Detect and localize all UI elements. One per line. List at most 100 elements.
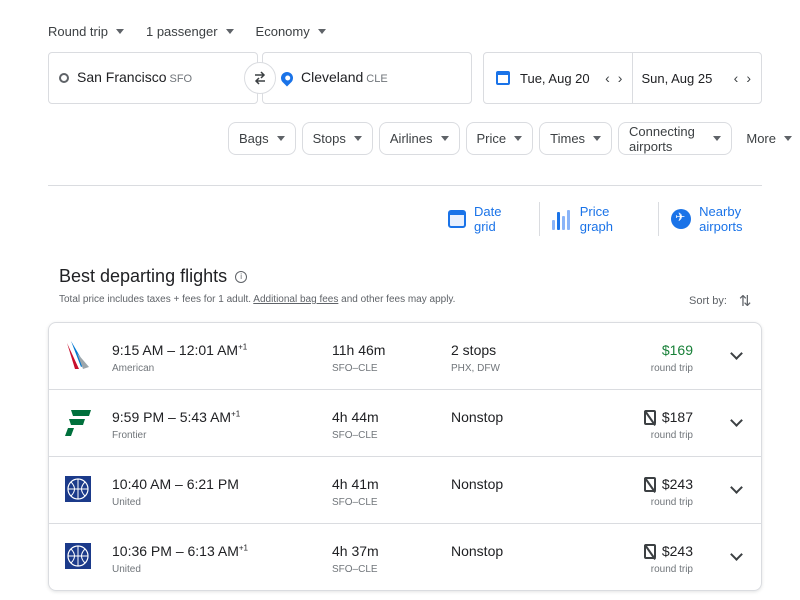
flight-stops: Nonstop [451, 476, 504, 492]
date-grid-icon [448, 210, 466, 228]
time-range: 10:36 PM – 6:13 AM [112, 543, 239, 559]
flight-duration: 4h 44m [332, 409, 379, 425]
flight-row[interactable]: 10:40 AM – 6:21 PM United 4h 41m SFO–CLE… [49, 457, 761, 524]
caret-down-icon [440, 136, 449, 141]
filter-bags[interactable]: Bags [228, 122, 296, 155]
chevron-right-icon[interactable]: › [746, 70, 751, 86]
caret-down-icon [115, 28, 124, 34]
sort-control[interactable]: Sort by: ⇅ [689, 292, 751, 310]
airline-name: American [112, 363, 155, 374]
chevron-left-icon[interactable]: ‹ [734, 70, 739, 86]
info-icon[interactable]: i [235, 270, 248, 283]
flight-row[interactable]: 9:15 AM – 12:01 AM+1 American 11h 46m SF… [49, 323, 761, 390]
swap-button[interactable] [244, 62, 276, 94]
trip-type-label: Round trip [48, 23, 108, 39]
time-range: 9:59 PM – 5:43 AM [112, 409, 232, 425]
price-type: round trip [650, 363, 693, 374]
filter-times[interactable]: Times [539, 122, 613, 155]
filter-label: Price [476, 131, 507, 146]
chevron-down-icon[interactable] [730, 347, 743, 360]
airline-name: United [112, 497, 141, 508]
united-logo-icon [65, 543, 91, 569]
date-grid-label: Date grid [474, 204, 502, 234]
chevron-down-icon[interactable] [730, 548, 743, 561]
flight-route: SFO–CLE [332, 497, 378, 508]
plus-day: +1 [238, 543, 248, 553]
flight-duration: 11h 46m [332, 342, 386, 358]
destination-code: CLE [366, 73, 388, 85]
price-value: $243 [661, 543, 693, 559]
origin-circle-icon [59, 73, 69, 83]
flight-row[interactable]: 9:59 PM – 5:43 AM+1 Frontier 4h 44m SFO–… [49, 390, 761, 457]
filter-label: Bags [239, 131, 269, 146]
class-select[interactable]: Economy [256, 22, 326, 40]
plus-day: +1 [231, 409, 241, 419]
view-tools: Date grid Price graph Nearby airports [436, 202, 800, 236]
destination-city: Cleveland [301, 69, 364, 85]
no-carry-on-bag-icon [643, 543, 656, 559]
bag-fees-link[interactable]: Additional bag fees [253, 294, 338, 305]
more-filters-button[interactable]: More [738, 122, 800, 155]
calendar-icon [496, 71, 510, 85]
price-graph-button[interactable]: Price graph [540, 202, 658, 236]
flight-route: SFO–CLE [332, 363, 378, 374]
flight-stops: Nonstop [451, 409, 504, 425]
depart-date-field[interactable]: Tue, Aug 20 ‹ › [484, 53, 634, 103]
sort-label: Sort by: [689, 295, 727, 307]
filter-chips: Bags Stops Airlines Price Times Connecti… [228, 122, 800, 155]
depart-date: Tue, Aug 20 [520, 70, 590, 86]
section-divider [48, 185, 762, 186]
time-range: 10:40 AM – 6:21 PM [112, 476, 239, 492]
return-date-field[interactable]: Sun, Aug 25 ‹ › [633, 53, 761, 103]
flight-stops: 2 stops [451, 342, 497, 358]
flight-times: 9:59 PM – 5:43 AM+1 [112, 409, 240, 425]
flight-route: SFO–CLE [332, 430, 378, 441]
plus-day: +1 [238, 342, 248, 352]
chevron-down-icon[interactable] [730, 481, 743, 494]
more-label: More [746, 131, 776, 146]
return-date: Sun, Aug 25 [641, 70, 713, 86]
flight-price: $187 [643, 409, 693, 425]
flight-price: $243 [643, 543, 693, 559]
flight-price: $243 [643, 476, 693, 492]
no-carry-on-bag-icon [643, 409, 656, 425]
nearby-airports-button[interactable]: Nearby airports [659, 202, 800, 236]
caret-down-icon [317, 28, 326, 34]
caret-down-icon [276, 136, 285, 141]
caret-down-icon [593, 136, 602, 141]
filter-airlines[interactable]: Airlines [378, 122, 460, 155]
chevron-down-icon[interactable] [730, 414, 743, 427]
passengers-select[interactable]: 1 passenger [146, 22, 234, 40]
dates-field: Tue, Aug 20 ‹ › Sun, Aug 25 ‹ › [483, 52, 762, 104]
origin-code: SFO [169, 73, 193, 85]
filter-price[interactable]: Price [465, 122, 534, 155]
filter-stops[interactable]: Stops [301, 122, 373, 155]
origin-city: San Francisco [77, 69, 167, 85]
date-grid-button[interactable]: Date grid [436, 202, 539, 236]
chevron-left-icon[interactable]: ‹ [605, 70, 610, 86]
airline-name: United [112, 564, 141, 575]
flight-results-list: 9:15 AM – 12:01 AM+1 American 11h 46m SF… [48, 322, 762, 591]
filter-label: Airlines [389, 131, 433, 146]
flight-times: 10:36 PM – 6:13 AM+1 [112, 543, 248, 559]
chevron-right-icon[interactable]: › [618, 70, 623, 86]
destination-field[interactable]: Cleveland CLE [262, 52, 472, 104]
trip-type-select[interactable]: Round trip [48, 22, 124, 40]
results-heading: Best departing flights i [59, 266, 248, 287]
flight-route: SFO–CLE [332, 564, 378, 575]
price-value: $187 [661, 409, 693, 425]
time-range: 9:15 AM – 12:01 AM [112, 342, 239, 358]
price-value: $169 [661, 342, 693, 358]
caret-down-icon [713, 136, 722, 141]
filter-connecting-airports[interactable]: Connecting airports [618, 122, 733, 155]
filter-label: Times [550, 131, 586, 146]
price-type: round trip [650, 430, 693, 441]
trip-options-bar: Round trip 1 passenger Economy [48, 22, 326, 40]
flight-duration: 4h 37m [332, 543, 379, 559]
price-type: round trip [650, 497, 693, 508]
passengers-label: 1 passenger [145, 23, 218, 39]
caret-down-icon [353, 136, 362, 141]
flight-row[interactable]: 10:36 PM – 6:13 AM+1 United 4h 37m SFO–C… [49, 524, 761, 590]
origin-field[interactable]: San Francisco SFO [48, 52, 258, 104]
flight-duration: 4h 41m [332, 476, 379, 492]
